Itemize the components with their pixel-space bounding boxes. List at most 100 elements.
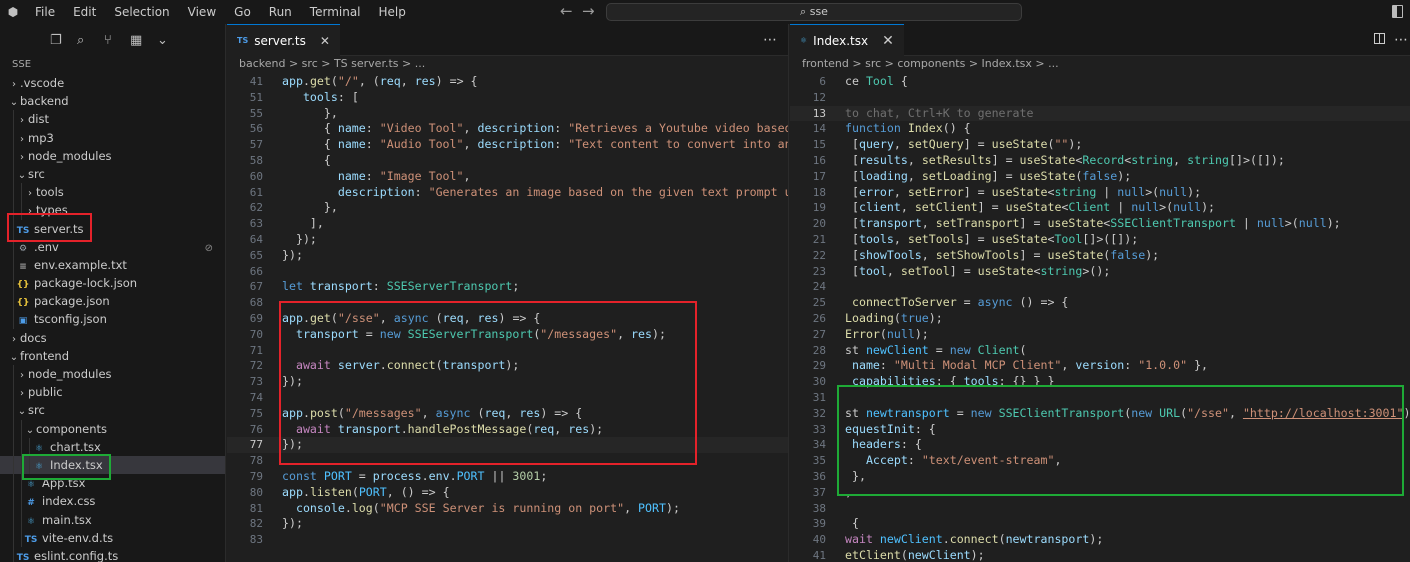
code-line[interactable]: 24 bbox=[790, 279, 1410, 295]
code-line[interactable]: 20 [transport, setTransport] = useState<… bbox=[790, 216, 1410, 232]
forward-arrow-icon[interactable]: → bbox=[582, 2, 595, 20]
breadcrumb[interactable]: backend > src > TS server.ts > ... bbox=[227, 56, 788, 74]
code-line[interactable]: 15 [query, setQuery] = useState(""); bbox=[790, 137, 1410, 153]
toggle-sidebar-icon[interactable] bbox=[1392, 5, 1403, 18]
tree-folder[interactable]: ⌄ src bbox=[0, 401, 225, 420]
tree-file[interactable]: ≡ env.example.txt bbox=[0, 255, 225, 275]
menu-go[interactable]: Go bbox=[225, 0, 260, 24]
tree-file[interactable]: TS vite-env.d.ts bbox=[0, 528, 225, 547]
code-line[interactable]: 62 }, bbox=[227, 200, 788, 216]
code-line[interactable]: 51 tools: [ bbox=[227, 90, 788, 106]
tree-folder[interactable]: › tools bbox=[0, 183, 225, 202]
tab-server-ts[interactable]: TS server.ts ✕ bbox=[227, 24, 340, 56]
code-line[interactable]: 75 app.post("/messages", async (req, res)… bbox=[227, 406, 788, 422]
code-line[interactable]: 72 await server.connect(transport); bbox=[227, 358, 788, 374]
code-line[interactable]: 12 bbox=[790, 90, 1410, 106]
tree-folder[interactable]: ⌄ frontend bbox=[0, 347, 225, 365]
explorer-icon[interactable]: ❐ bbox=[50, 33, 62, 48]
code-line[interactable]: 55 }, bbox=[227, 106, 788, 122]
code-line[interactable]: 33 equestInit: { bbox=[790, 422, 1410, 438]
code-line[interactable]: 82}); bbox=[227, 516, 788, 532]
breadcrumb[interactable]: frontend > src > components > Index.tsx … bbox=[790, 56, 1410, 74]
code-line[interactable]: 38 bbox=[790, 501, 1410, 517]
code-line[interactable]: 77}); bbox=[227, 437, 788, 454]
code-line[interactable]: 37, bbox=[790, 485, 1410, 501]
code-line[interactable]: 58 { bbox=[227, 153, 788, 169]
code-line[interactable]: 83 bbox=[227, 532, 788, 548]
tree-folder[interactable]: › .vscode bbox=[0, 74, 225, 92]
tree-folder[interactable]: ⌄ backend bbox=[0, 92, 225, 110]
tree-folder[interactable]: › docs bbox=[0, 329, 225, 347]
code-line[interactable]: 35 Accept: "text/event-stream", bbox=[790, 453, 1410, 469]
more-actions-icon[interactable]: ⋯ bbox=[1394, 32, 1408, 48]
tree-folder[interactable]: › types bbox=[0, 201, 225, 220]
code-line[interactable]: 28 st newClient = new Client( bbox=[790, 343, 1410, 359]
chevron-down-icon[interactable]: ⌄ bbox=[157, 33, 168, 48]
code-line[interactable]: 17 [loading, setLoading] = useState(fals… bbox=[790, 169, 1410, 185]
menu-file[interactable]: File bbox=[26, 0, 64, 24]
code-line[interactable]: 66 bbox=[227, 264, 788, 280]
code-line[interactable]: 21 [tools, setTools] = useState<Tool[]>(… bbox=[790, 232, 1410, 248]
tree-folder[interactable]: › dist bbox=[0, 110, 225, 129]
tree-file[interactable]: ⚛ App.tsx bbox=[0, 474, 225, 493]
code-line[interactable]: 63 ], bbox=[227, 216, 788, 232]
tree-file[interactable]: # index.css bbox=[0, 492, 225, 511]
tree-file[interactable]: TS server.ts bbox=[0, 219, 225, 238]
code-line[interactable]: 41 etClient(newClient); bbox=[790, 548, 1410, 562]
tree-folder[interactable]: ⌄ src bbox=[0, 164, 225, 184]
code-line[interactable]: 19 [client, setClient] = useState<Client… bbox=[790, 200, 1410, 216]
close-icon[interactable]: ✕ bbox=[882, 33, 894, 49]
tree-folder[interactable]: › mp3 bbox=[0, 128, 225, 147]
menu-edit[interactable]: Edit bbox=[64, 0, 105, 24]
code-line[interactable]: 16 [results, setResults] = useState<Reco… bbox=[790, 153, 1410, 169]
menu-run[interactable]: Run bbox=[260, 0, 301, 24]
tree-folder[interactable]: › node_modules bbox=[0, 146, 225, 165]
code-line[interactable]: 36 }, bbox=[790, 469, 1410, 485]
extensions-icon[interactable]: ▦ bbox=[130, 33, 142, 48]
code-line[interactable]: 26 Loading(true); bbox=[790, 311, 1410, 327]
code-area[interactable]: 6 ce Tool {12 13 to chat, Ctrl+K to generat… bbox=[790, 74, 1410, 562]
code-line[interactable]: 60 name: "Image Tool", bbox=[227, 169, 788, 185]
code-line[interactable]: 61 description: "Generates an image base… bbox=[227, 185, 788, 201]
tree-file[interactable]: TS eslint.config.ts bbox=[0, 546, 225, 562]
more-actions-icon[interactable]: ⋯ bbox=[763, 32, 777, 48]
code-line[interactable]: 25 connectToServer = async () => { bbox=[790, 295, 1410, 311]
tree-folder[interactable]: › node_modules bbox=[0, 365, 225, 384]
code-line[interactable]: 67 let transport: SSEServerTransport; bbox=[227, 279, 788, 295]
code-line[interactable]: 68 bbox=[227, 295, 788, 311]
code-line[interactable]: 27 Error(null); bbox=[790, 327, 1410, 343]
code-line[interactable]: 32 st newtransport = new SSEClientTranspo… bbox=[790, 406, 1410, 422]
tree-file[interactable]: ⚛ chart.tsx bbox=[0, 437, 225, 456]
tree-file[interactable]: {} package.json bbox=[0, 292, 225, 311]
tab-index-tsx[interactable]: ⚛ Index.tsx ✕ bbox=[790, 24, 904, 56]
code-line[interactable]: 56 { name: "Video Tool", description: "R… bbox=[227, 121, 788, 137]
tree-file[interactable]: {} package-lock.json bbox=[0, 274, 225, 293]
code-line[interactable]: 80 app.listen(PORT, () => { bbox=[227, 485, 788, 501]
code-line[interactable]: 41 app.get("/", (req, res) => { bbox=[227, 74, 788, 90]
code-line[interactable]: 76 await transport.handlePostMessage(req… bbox=[227, 422, 788, 438]
search-icon[interactable]: ⌕ bbox=[77, 33, 84, 48]
code-line[interactable]: 40 wait newClient.connect(newtransport); bbox=[790, 532, 1410, 548]
split-editor-icon[interactable] bbox=[1374, 33, 1385, 44]
code-line[interactable]: 78 bbox=[227, 453, 788, 469]
tree-folder[interactable]: › public bbox=[0, 383, 225, 402]
code-line[interactable]: 65}); bbox=[227, 248, 788, 264]
code-line[interactable]: 29 name: "Multi Modal MCP Client", versi… bbox=[790, 358, 1410, 374]
workspace-header[interactable]: SSE bbox=[0, 56, 225, 74]
menu-help[interactable]: Help bbox=[370, 0, 415, 24]
tree-file[interactable]: ⚙ .env ⊘ bbox=[0, 237, 225, 256]
code-line[interactable]: 31 bbox=[790, 390, 1410, 406]
code-line[interactable]: 23 [tool, setTool] = useState<string>(); bbox=[790, 264, 1410, 280]
code-line[interactable]: 34 headers: { bbox=[790, 437, 1410, 453]
code-line[interactable]: 69 app.get("/sse", async (req, res) => { bbox=[227, 311, 788, 327]
code-line[interactable]: 70 transport = new SSEServerTransport("/… bbox=[227, 327, 788, 343]
code-area[interactable]: 41 app.get("/", (req, res) => {51 tools: … bbox=[227, 74, 788, 562]
close-icon[interactable]: ✕ bbox=[320, 34, 330, 48]
code-line[interactable]: 30 capabilities: { tools: {} } } bbox=[790, 374, 1410, 390]
code-line[interactable]: 57 { name: "Audio Tool", description: "T… bbox=[227, 137, 788, 153]
code-line[interactable]: 13 to chat, Ctrl+K to generate bbox=[790, 105, 1410, 122]
code-line[interactable]: 71 bbox=[227, 343, 788, 359]
code-line[interactable]: 6 ce Tool { bbox=[790, 74, 1410, 90]
tree-folder[interactable]: ⌄ components bbox=[0, 419, 225, 438]
code-line[interactable]: 39 { bbox=[790, 516, 1410, 532]
